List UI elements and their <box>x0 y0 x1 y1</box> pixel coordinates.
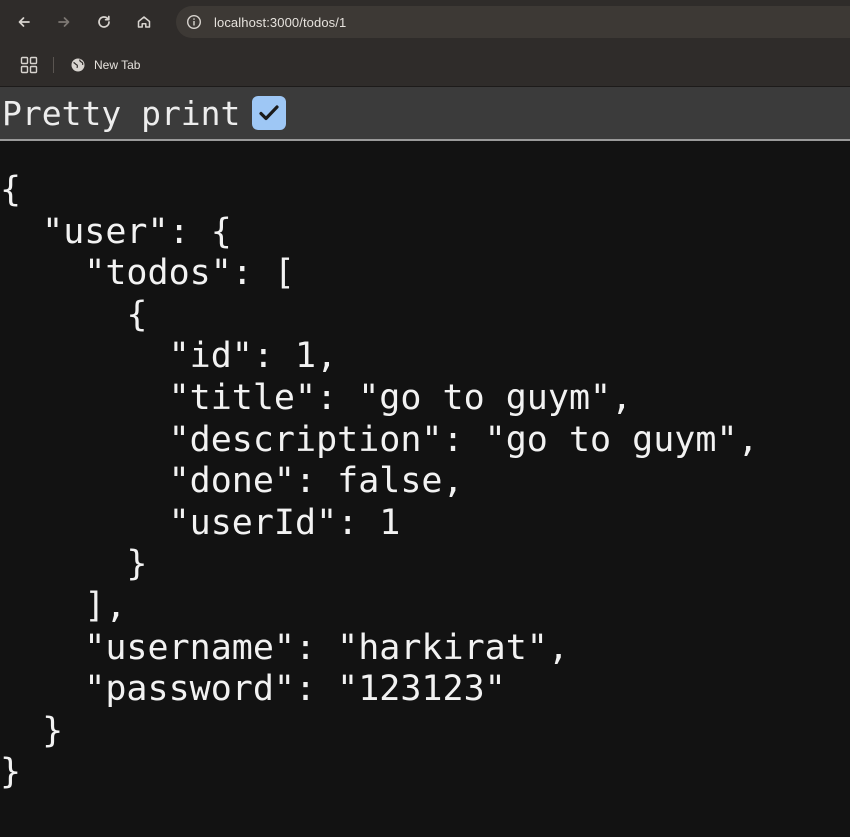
json-line: } <box>0 544 148 585</box>
back-button[interactable] <box>11 9 37 35</box>
json-line: } <box>0 752 22 793</box>
info-icon[interactable] <box>186 14 202 30</box>
json-line: { <box>0 170 22 210</box>
pretty-print-bar: Pretty print <box>0 87 850 141</box>
json-line: { <box>0 294 148 335</box>
json-line: "done": false, <box>0 461 464 502</box>
json-line: "password": "123123" <box>0 669 506 710</box>
json-line: ], <box>0 585 127 626</box>
json-line: "todos": [ <box>0 253 296 294</box>
json-line: "description": "go to guym", <box>0 419 759 460</box>
json-line: "user": { <box>0 211 232 252</box>
browser-toolbar: localhost:3000/todos/1 <box>0 0 850 44</box>
globe-icon <box>71 58 85 72</box>
home-icon <box>137 16 151 28</box>
apps-grid-icon[interactable] <box>20 56 38 74</box>
pretty-print-label: Pretty print <box>2 93 241 133</box>
bookmarks-bar: New Tab <box>0 44 850 87</box>
json-line: "username": "harkirat", <box>0 627 569 668</box>
json-line: "id": 1, <box>0 336 338 377</box>
forward-arrow-icon <box>58 17 70 27</box>
address-bar[interactable]: localhost:3000/todos/1 <box>176 6 850 38</box>
json-content: { "user": { "todos": [ { "id": 1, "title… <box>0 170 850 794</box>
reload-button[interactable] <box>91 9 117 35</box>
bookmark-new-tab[interactable]: New Tab <box>70 54 140 76</box>
checkmark-icon <box>259 105 280 121</box>
pretty-print-checkbox[interactable] <box>252 96 287 130</box>
json-line: } <box>0 710 64 751</box>
home-button[interactable] <box>131 9 157 35</box>
address-url[interactable]: localhost:3000/todos/1 <box>214 15 346 30</box>
forward-button[interactable] <box>51 9 77 35</box>
back-arrow-icon <box>18 17 30 27</box>
reload-icon <box>98 15 110 28</box>
json-line: "userId": 1 <box>0 502 401 543</box>
json-line: "title": "go to guym", <box>0 377 633 418</box>
bookmarks-divider <box>53 57 54 73</box>
browser-chrome: localhost:3000/todos/1 New Tab <box>0 0 850 87</box>
bookmark-label: New Tab <box>94 58 141 72</box>
